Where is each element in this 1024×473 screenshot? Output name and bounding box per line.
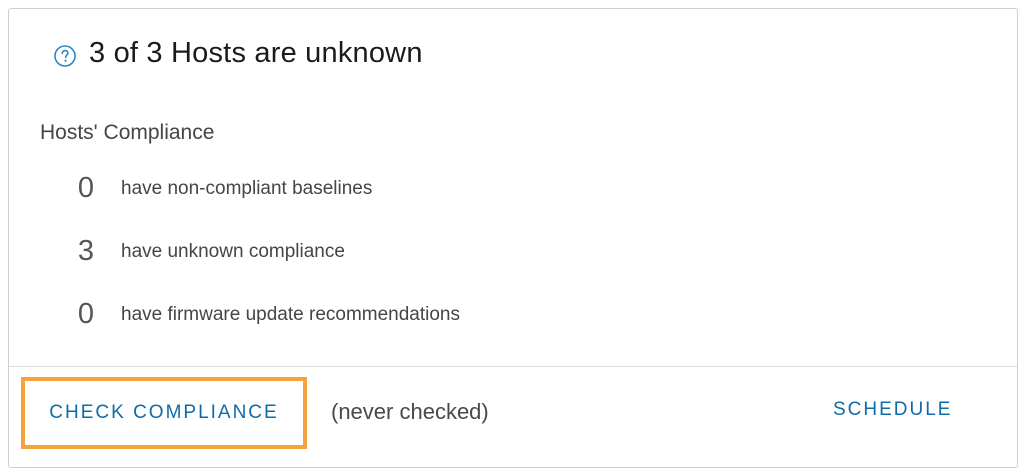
page-title: 3 of 3 Hosts are unknown xyxy=(89,37,423,69)
schedule-button[interactable]: SCHEDULE xyxy=(833,399,952,421)
stat-row-unknown: 3 have unknown compliance xyxy=(64,220,460,283)
card-header: 3 of 3 Hosts are unknown xyxy=(53,37,423,70)
stat-row-firmware: 0 have firmware update recommendations xyxy=(64,283,460,346)
stat-count: 3 xyxy=(77,235,95,267)
stat-row-non-compliant: 0 have non-compliant baselines xyxy=(64,157,460,220)
section-title: Hosts' Compliance xyxy=(40,121,215,144)
card-footer: CHECK COMPLIANCE (never checked) SCHEDUL… xyxy=(9,366,1017,467)
stat-count: 0 xyxy=(77,172,95,204)
check-compliance-label: CHECK COMPLIANCE xyxy=(49,402,279,423)
help-circle-icon[interactable] xyxy=(53,44,77,68)
compliance-card: 3 of 3 Hosts are unknown Hosts' Complian… xyxy=(8,8,1018,468)
stat-label: have firmware update recommendations xyxy=(121,303,461,325)
stat-label: have unknown compliance xyxy=(121,240,345,262)
stat-count: 0 xyxy=(77,298,95,330)
stat-label: have non-compliant baselines xyxy=(121,177,373,199)
check-compliance-button[interactable]: CHECK COMPLIANCE xyxy=(21,377,307,449)
stat-list: 0 have non-compliant baselines 3 have un… xyxy=(64,157,460,346)
last-checked-status: (never checked) xyxy=(331,399,489,424)
